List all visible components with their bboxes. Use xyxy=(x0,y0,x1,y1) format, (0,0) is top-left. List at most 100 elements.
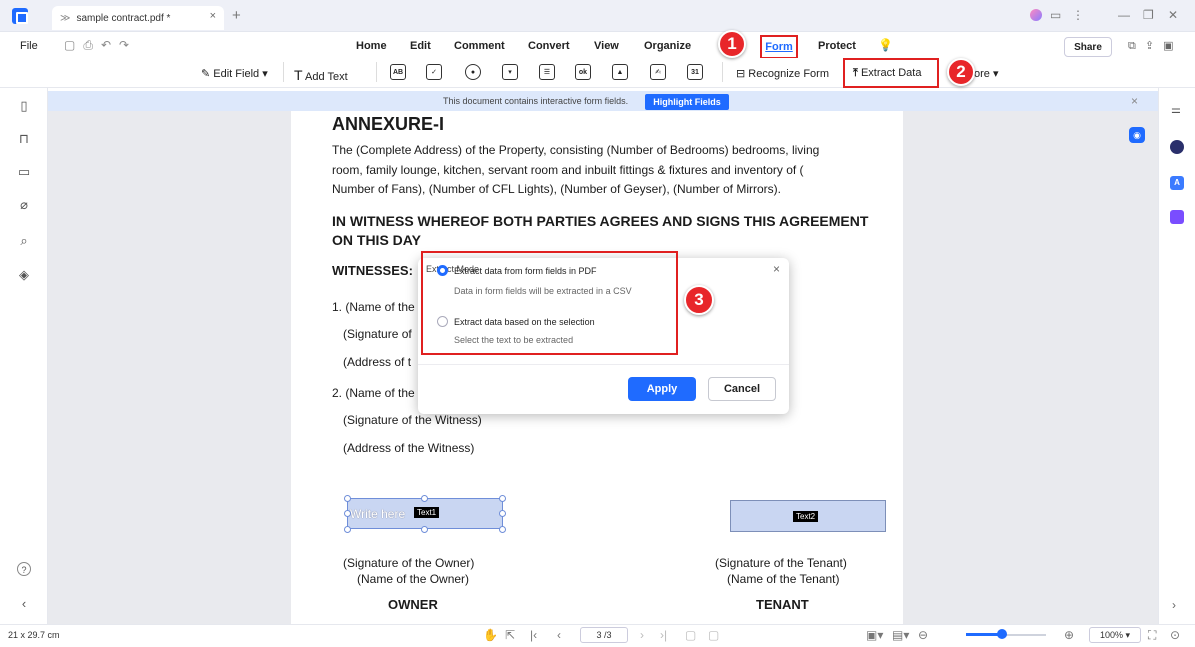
help-icon[interactable]: ? xyxy=(17,562,31,576)
select-tool-icon[interactable]: ⇱ xyxy=(505,628,515,642)
fullscreen-icon[interactable]: ⛶ xyxy=(1148,628,1156,643)
avatar[interactable] xyxy=(1030,9,1042,21)
first-page-icon[interactable]: |‹ xyxy=(530,628,537,642)
document-tab[interactable]: ≫ sample contract.pdf * × xyxy=(52,6,224,30)
image-field-icon[interactable]: ▲ xyxy=(612,64,628,80)
properties-icon[interactable]: ⚌ xyxy=(1171,103,1181,116)
resize-handle[interactable] xyxy=(421,526,428,533)
dialog-close-icon[interactable]: × xyxy=(773,262,780,276)
witness-2-name: 2. (Name of the xyxy=(332,386,415,400)
menu-home[interactable]: Home xyxy=(356,40,387,52)
ai-assistant-icon[interactable] xyxy=(1170,140,1184,154)
more-button[interactable]: ore ▾ xyxy=(974,67,998,80)
tab-close-icon[interactable]: × xyxy=(210,10,216,22)
tenant-name-label: (Name of the Tenant) xyxy=(727,572,840,586)
fit-page-icon[interactable]: ▢ xyxy=(685,628,696,642)
step-badge-1: 1 xyxy=(718,30,746,58)
menu-protect[interactable]: Protect xyxy=(818,40,856,52)
owner-text-field[interactable]: Write here Text1 xyxy=(347,498,503,529)
close-notice-icon[interactable]: × xyxy=(1131,94,1138,108)
menu-comment[interactable]: Comment xyxy=(454,40,505,52)
new-tab-button[interactable]: + xyxy=(232,7,241,24)
resize-handle[interactable] xyxy=(499,510,506,517)
page-mode-icon[interactable]: ▣▾ xyxy=(866,628,883,642)
upload-icon: ⤒ xyxy=(853,67,858,79)
witnesses-label: WITNESSES: xyxy=(332,263,413,278)
layers-icon[interactable]: ◈ xyxy=(17,268,31,282)
tenant-signature-label: (Signature of the Tenant) xyxy=(715,556,847,570)
next-page-icon[interactable]: › xyxy=(640,628,644,642)
header-tool-icons[interactable]: ⧉⇪▣ xyxy=(1128,39,1182,53)
fit-width-icon[interactable]: ▢ xyxy=(708,628,719,642)
pdf-file-icon: ≫ xyxy=(60,12,71,24)
signature-field-icon[interactable]: ✍ xyxy=(650,64,666,80)
apply-button[interactable]: Apply xyxy=(628,377,696,401)
comment-icon[interactable]: ▭ xyxy=(17,165,31,179)
menu-convert[interactable]: Convert xyxy=(528,40,570,52)
button-field-icon[interactable]: ok xyxy=(575,64,591,80)
view-mode-icon[interactable]: ▤▾ xyxy=(892,628,909,642)
option-form-fields-radio[interactable] xyxy=(437,265,448,276)
page-number-input[interactable]: 3 /3 xyxy=(580,627,628,643)
chat-icon[interactable]: ▭ xyxy=(1050,8,1061,22)
page-thumbnail-icon[interactable]: ▯ xyxy=(17,99,31,113)
settings-icon[interactable]: ⊙ xyxy=(1170,628,1180,642)
tenant-text-field[interactable]: Text2 xyxy=(730,500,886,532)
menu-view[interactable]: View xyxy=(594,40,619,52)
zoom-select[interactable]: 100% ▾ xyxy=(1089,627,1141,643)
zoom-in-icon[interactable]: ⊕ xyxy=(1064,628,1074,642)
resize-handle[interactable] xyxy=(344,526,351,533)
menu-organize[interactable]: Organize xyxy=(644,40,691,52)
checkbox-icon[interactable]: ✓ xyxy=(426,64,442,80)
prev-page-icon[interactable]: ‹ xyxy=(557,628,561,642)
witness-heading-line-2: ON THIS DAY xyxy=(332,232,421,248)
zoom-slider-handle[interactable] xyxy=(997,629,1007,639)
hand-tool-icon[interactable]: ✋ xyxy=(483,628,498,642)
bookmark-icon[interactable]: ⊓ xyxy=(17,132,31,146)
search-icon[interactable]: ⌕ xyxy=(17,234,31,248)
radio-button-icon[interactable]: ● xyxy=(465,64,481,80)
date-field-icon[interactable]: 31 xyxy=(687,64,703,80)
resize-handle[interactable] xyxy=(499,526,506,533)
resize-handle[interactable] xyxy=(421,495,428,502)
resize-handle[interactable] xyxy=(344,510,351,517)
collapse-right-icon[interactable]: › xyxy=(1172,598,1176,612)
form-toolbar xyxy=(0,58,1195,88)
translate-icon[interactable]: A xyxy=(1170,176,1184,190)
option-form-fields-label[interactable]: Extract data from form fields in PDF xyxy=(454,266,597,276)
witness-1-name: 1. (Name of the xyxy=(332,300,415,314)
more-label: ore xyxy=(974,68,990,80)
quick-access-icons[interactable]: ▢⎙↶↷ xyxy=(64,38,137,53)
extract-data-button[interactable]: ⤒ Extract Data xyxy=(853,67,921,80)
option-selection-label[interactable]: Extract data based on the selection xyxy=(454,317,595,327)
user-chat-icon[interactable]: ◉ xyxy=(1129,127,1145,143)
recognize-form-button[interactable]: ⊟ Recognize Form xyxy=(736,67,829,80)
edit-ai-icon[interactable] xyxy=(1170,210,1184,224)
menu-form[interactable]: Form xyxy=(760,35,798,59)
highlight-fields-button[interactable]: Highlight Fields xyxy=(645,94,729,110)
option-selection-desc: Select the text to be extracted xyxy=(454,335,574,345)
last-page-icon[interactable]: ›| xyxy=(660,628,667,642)
edit-field-button[interactable]: ✎ Edit Field ▾ xyxy=(201,67,268,80)
add-text-button[interactable]: T Add Text xyxy=(294,67,348,83)
menu-edit[interactable]: Edit xyxy=(410,40,431,52)
collapse-left-icon[interactable]: ‹ xyxy=(17,597,31,611)
text-field-icon[interactable]: AB xyxy=(390,64,406,80)
zoom-out-icon[interactable]: ⊖ xyxy=(918,628,928,642)
minimize-button[interactable]: — xyxy=(1118,8,1130,22)
list-box-icon[interactable]: ☰ xyxy=(539,64,555,80)
share-button[interactable]: Share xyxy=(1064,37,1112,57)
witness-2-signature: (Signature of the Witness) xyxy=(343,413,482,427)
close-window-button[interactable]: ✕ xyxy=(1168,8,1178,22)
file-menu[interactable]: File xyxy=(20,40,38,52)
cancel-button[interactable]: Cancel xyxy=(708,377,776,401)
recognize-form-icon: ⊟ xyxy=(736,68,746,80)
more-vertical-icon[interactable]: ⋮ xyxy=(1072,8,1084,22)
lightbulb-icon[interactable]: 💡 xyxy=(878,38,893,52)
option-selection-radio[interactable] xyxy=(437,316,448,327)
resize-handle[interactable] xyxy=(344,495,351,502)
resize-handle[interactable] xyxy=(499,495,506,502)
combo-box-icon[interactable]: ▾ xyxy=(502,64,518,80)
attachment-icon[interactable]: ⌀ xyxy=(17,198,31,212)
restore-button[interactable]: ❐ xyxy=(1143,8,1154,22)
